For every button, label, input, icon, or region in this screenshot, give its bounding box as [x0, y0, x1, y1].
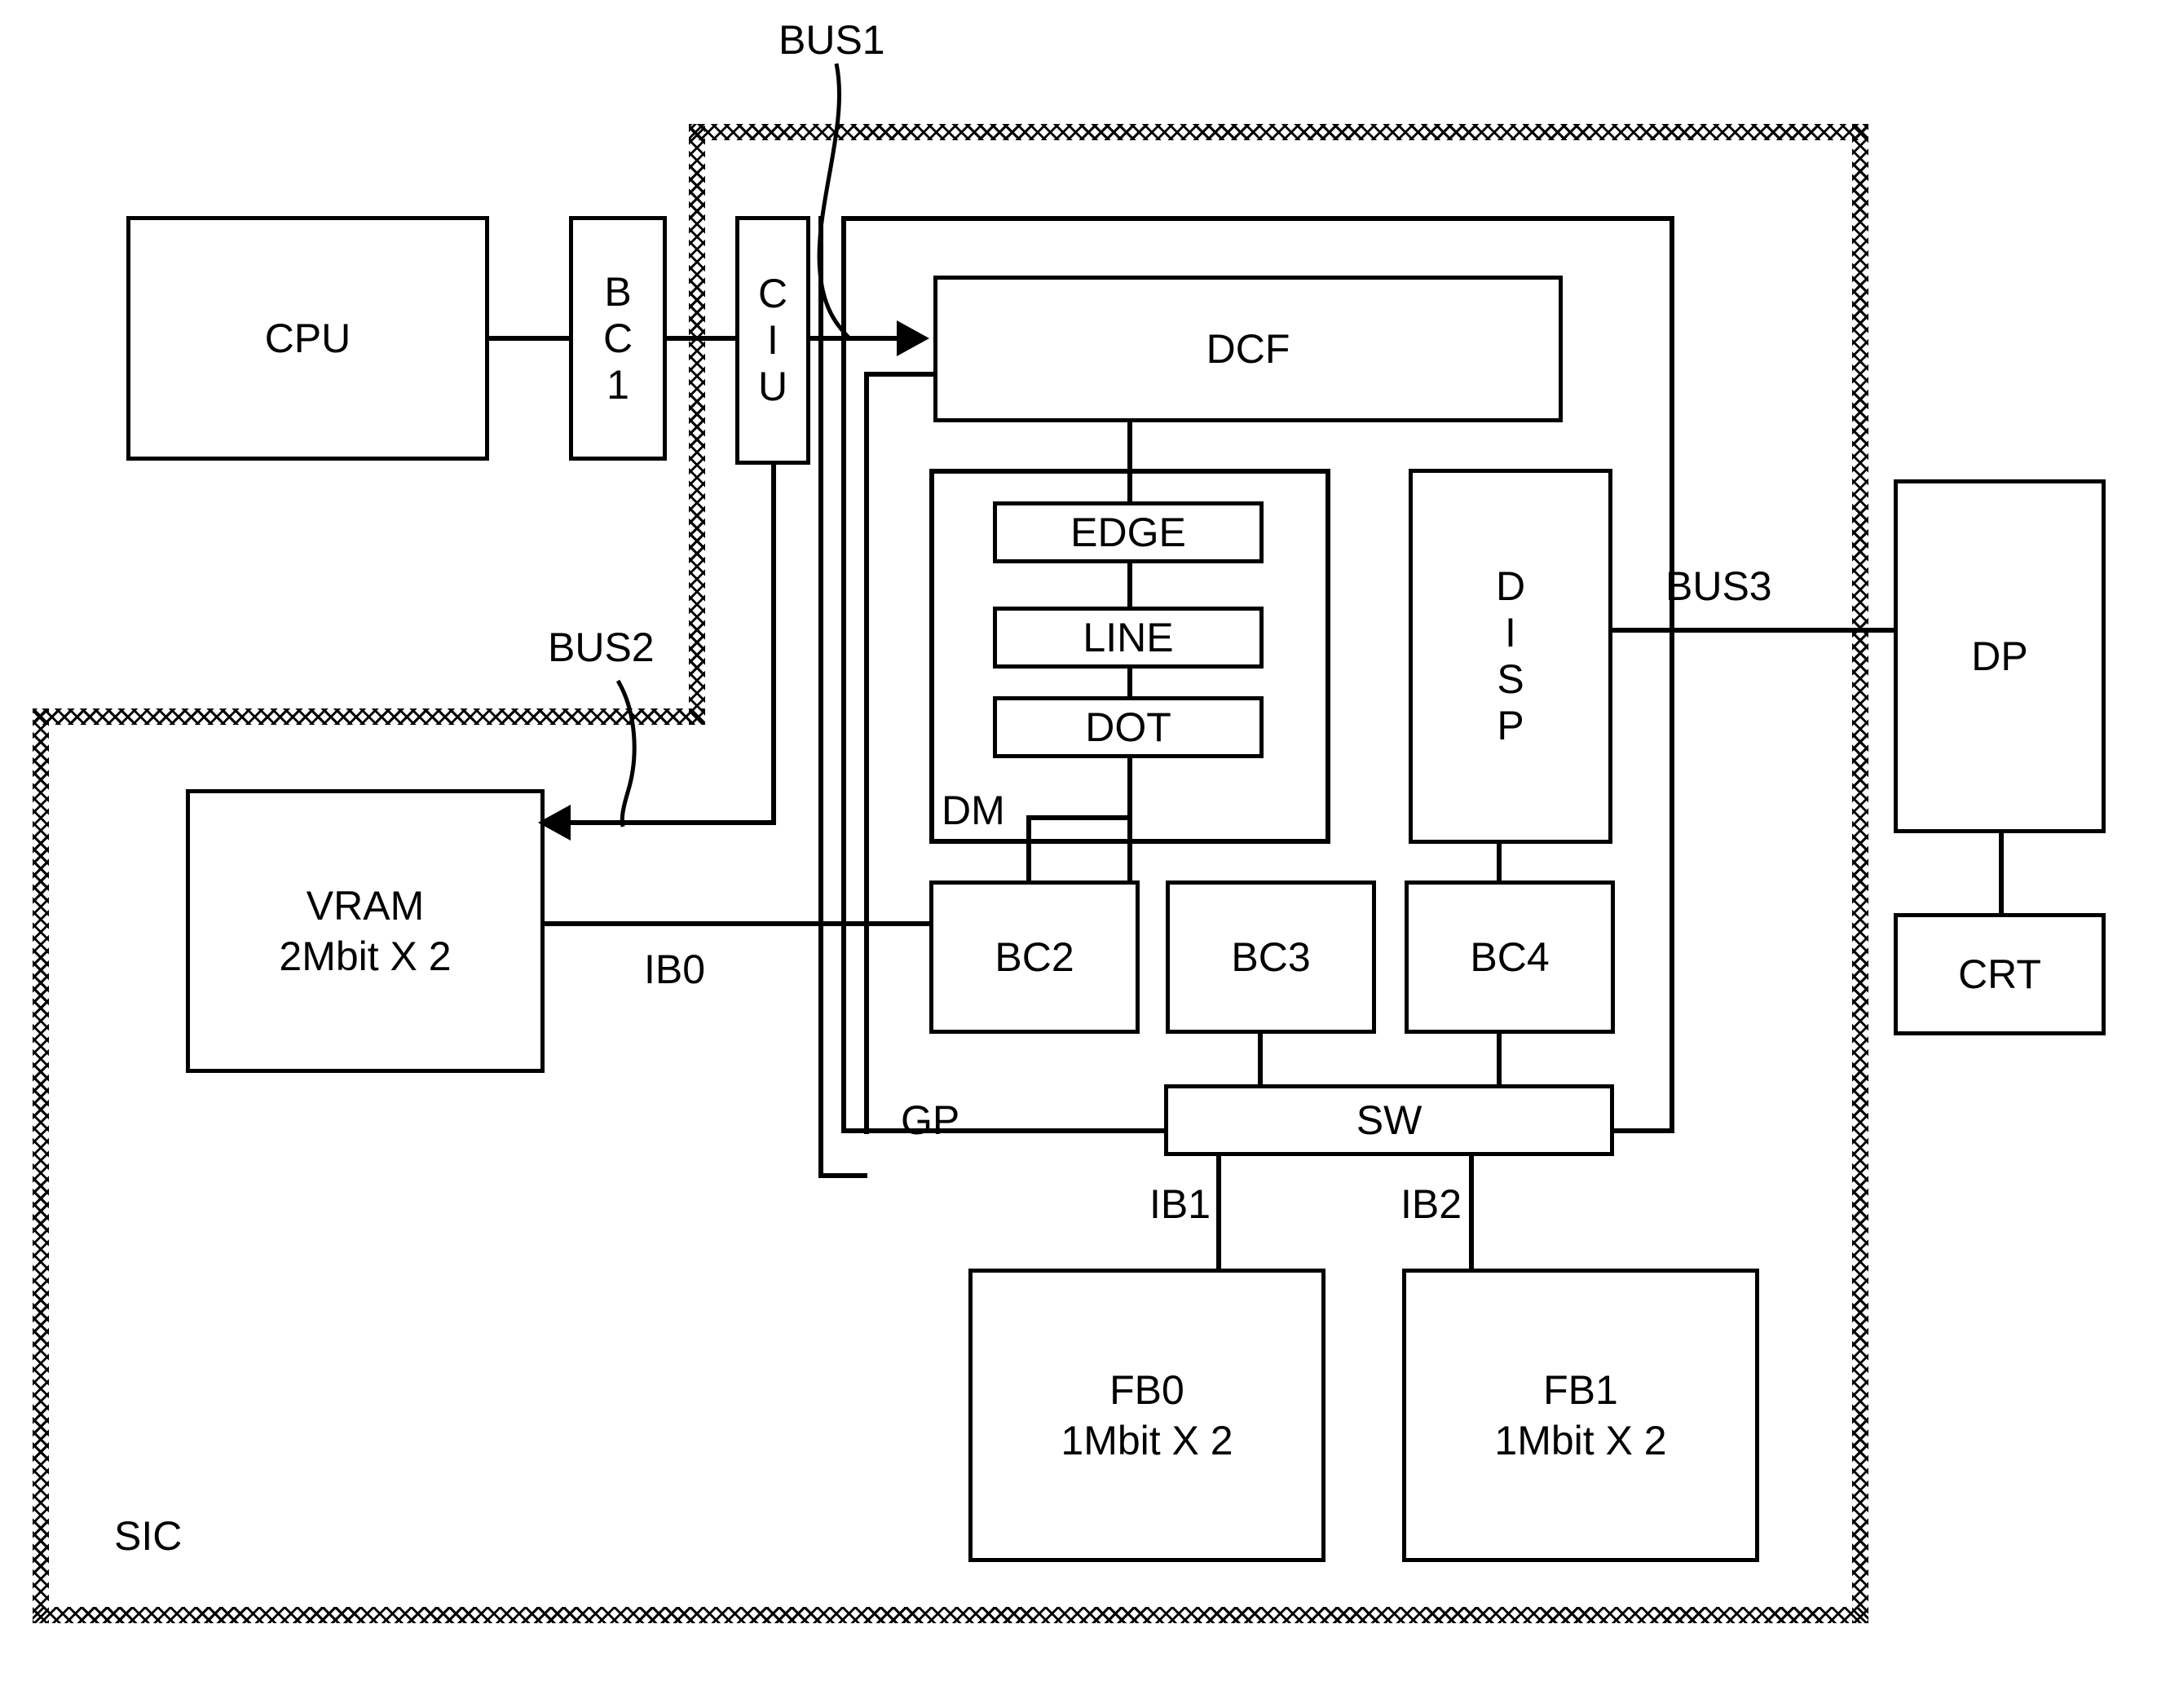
wire-vram-bc2-ib0: [545, 921, 933, 926]
edge-label: EDGE: [1070, 509, 1186, 555]
fb1-label: FB1 1Mbit X 2: [1494, 1366, 1667, 1464]
dot-label: DOT: [1085, 704, 1171, 750]
ib2-label: IB2: [1400, 1181, 1462, 1227]
bc1-char-2: 1: [607, 361, 629, 408]
bus2-leader: [615, 679, 637, 828]
diagram-canvas: SIC GP DM BUS3 IB1 IB2 IB0 CPU B C 1 C I…: [0, 0, 2179, 1708]
bus1-label: BUS1: [779, 17, 885, 63]
wire-gp-internal-bus-bottom: [818, 1173, 867, 1178]
line-block[interactable]: LINE: [993, 607, 1264, 669]
dm-label: DM: [942, 788, 1005, 833]
wire-bc4-sw: [1497, 1034, 1502, 1087]
wire-bus2-left: [571, 820, 774, 825]
wire-disp-dp: [1600, 628, 1894, 633]
arrow-ciu-to-dcf: [897, 320, 929, 356]
bc1-char-1: C: [602, 315, 633, 361]
bus1-leader: [817, 63, 851, 340]
dcf-block[interactable]: DCF: [933, 276, 1563, 422]
disp-char-2: S: [1497, 656, 1524, 702]
wire-gp-internal-bus: [818, 216, 823, 1178]
vram-block[interactable]: VRAM 2Mbit X 2: [186, 789, 545, 1073]
fb0-label: FB0 1Mbit X 2: [1061, 1366, 1233, 1464]
dot-block[interactable]: DOT: [993, 696, 1264, 758]
wire-dm-out-bracket: [1026, 815, 1129, 820]
arrow-bus2-to-vram: [538, 805, 571, 841]
wire-bc1-ciu: [667, 336, 737, 341]
bus3-label: BUS3: [1665, 563, 1772, 609]
edge-block[interactable]: EDGE: [993, 501, 1264, 563]
bc2-label: BC2: [995, 933, 1074, 980]
wire-dm-out-bc2: [1026, 815, 1031, 880]
bc1-block[interactable]: B C 1: [569, 216, 667, 461]
sic-boundary-top-lower: [33, 708, 705, 725]
line-label: LINE: [1083, 614, 1174, 660]
disp-block[interactable]: D I S P: [1409, 469, 1612, 844]
wire-disp-bc4: [1497, 844, 1502, 880]
wire-edge-line: [1127, 561, 1132, 608]
disp-char-1: I: [1505, 610, 1516, 655]
wire-bc3-sw: [1258, 1034, 1263, 1087]
disp-char-0: D: [1495, 563, 1526, 609]
cpu-label: CPU: [264, 315, 351, 361]
dcf-label: DCF: [1206, 325, 1290, 372]
bc3-label: BC3: [1231, 933, 1311, 980]
fb0-block[interactable]: FB0 1Mbit X 2: [968, 1269, 1325, 1562]
disp-char-3: P: [1497, 703, 1524, 748]
ciu-char-2: U: [757, 364, 788, 409]
gp-label: GP: [901, 1097, 960, 1143]
bc2-block[interactable]: BC2: [929, 880, 1140, 1034]
cpu-block[interactable]: CPU: [126, 216, 489, 461]
sw-label: SW: [1356, 1097, 1423, 1143]
ib0-label: IB0: [644, 947, 706, 992]
vram-label: VRAM 2Mbit X 2: [279, 882, 452, 980]
sic-boundary-left-upper: [689, 124, 705, 725]
bus2-label: BUS2: [548, 625, 655, 670]
crt-block[interactable]: CRT: [1894, 913, 2106, 1035]
ib1-label: IB1: [1149, 1181, 1211, 1227]
fb1-block[interactable]: FB1 1Mbit X 2: [1402, 1269, 1759, 1562]
sic-boundary-top-upper: [689, 124, 1868, 140]
ciu-char-1: I: [767, 317, 779, 363]
crt-label: CRT: [1958, 951, 2041, 997]
sic-boundary-right: [1852, 124, 1868, 1623]
sic-boundary-left-lower: [33, 708, 49, 1623]
bc1-char-0: B: [604, 268, 632, 315]
wire-ciu-bus2-down: [771, 465, 776, 825]
bc4-label: BC4: [1470, 933, 1550, 980]
sic-label: SIC: [114, 1513, 183, 1559]
dp-block[interactable]: DP: [1894, 479, 2106, 833]
wire-internalbus-dcf-riser: [864, 372, 869, 1134]
dp-label: DP: [1971, 633, 2028, 679]
wire-cpu-bc1: [487, 336, 569, 341]
ciu-block[interactable]: C I U: [735, 216, 810, 465]
ciu-char-0: C: [757, 271, 788, 316]
bc3-block[interactable]: BC3: [1166, 880, 1376, 1034]
wire-dot-bc3: [1127, 740, 1132, 880]
wire-internalbus-dcf: [864, 372, 937, 377]
wire-dp-crt: [1999, 833, 2004, 915]
bc4-block[interactable]: BC4: [1405, 880, 1615, 1034]
sw-block[interactable]: SW: [1164, 1084, 1614, 1156]
sic-boundary-bottom: [33, 1607, 1868, 1623]
